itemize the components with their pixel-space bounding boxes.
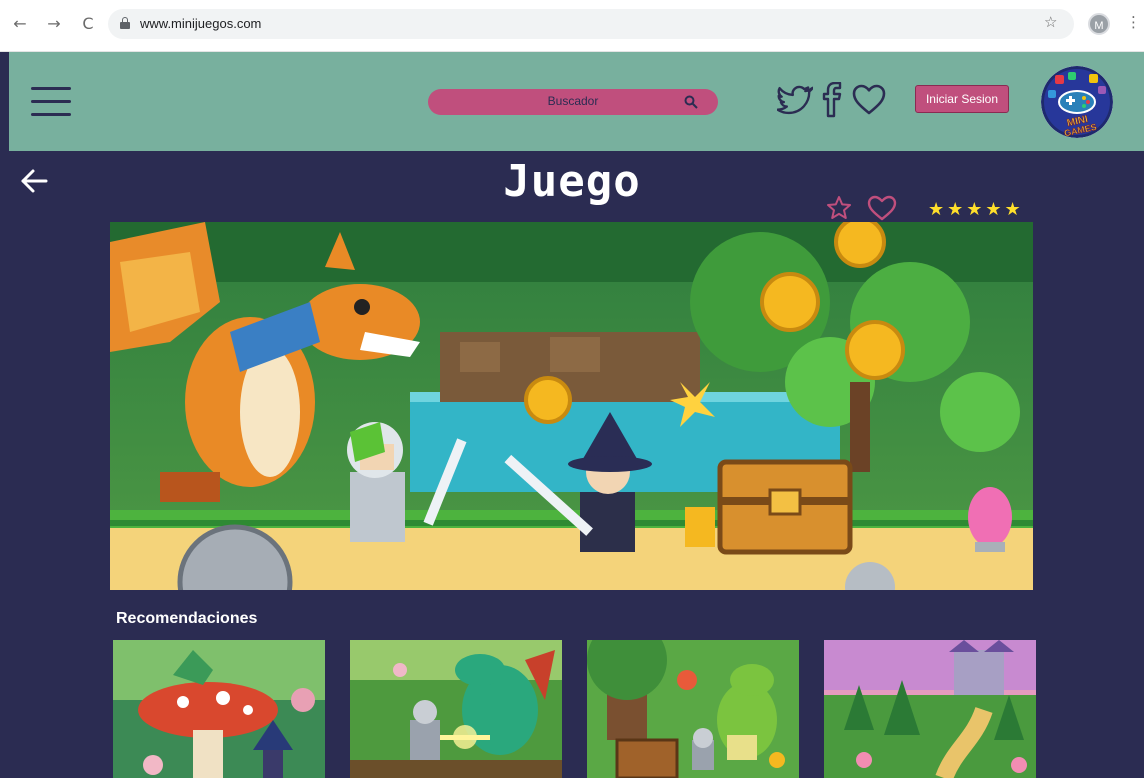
game-illustration xyxy=(110,222,1033,590)
bookmark-star-icon[interactable]: ☆ xyxy=(1044,13,1057,31)
address-url[interactable]: www.minijuegos.com xyxy=(140,16,261,31)
login-button[interactable]: Iniciar Sesion xyxy=(915,85,1009,113)
twitter-icon[interactable] xyxy=(777,82,813,118)
facebook-icon[interactable] xyxy=(817,82,847,118)
browser-reload-button[interactable]: C xyxy=(78,14,98,34)
recommendation-image xyxy=(350,640,562,778)
rating-stars: ★★★★★ xyxy=(928,199,1024,220)
search-placeholder: Buscador xyxy=(547,94,599,108)
recommendation-card[interactable] xyxy=(350,640,562,778)
game-hero-image[interactable] xyxy=(110,222,1033,590)
search-input[interactable]: Buscador xyxy=(428,89,718,115)
profile-avatar[interactable]: M xyxy=(1088,13,1110,35)
heart-icon[interactable] xyxy=(851,82,887,118)
address-bar[interactable]: www.minijuegos.com xyxy=(108,9,1074,39)
recommendation-image xyxy=(824,640,1036,778)
browser-forward-button[interactable]: → xyxy=(44,14,64,34)
heart-outline-icon[interactable] xyxy=(866,194,898,222)
recommendation-card[interactable] xyxy=(824,640,1036,778)
recommendation-image xyxy=(113,640,325,778)
recommendation-card[interactable] xyxy=(587,640,799,778)
search-icon[interactable] xyxy=(684,95,698,109)
star-outline-icon[interactable] xyxy=(826,195,852,221)
logo-image: MINI GAMES xyxy=(1041,66,1113,138)
browser-toolbar: ← → C www.minijuegos.com ☆ M ⋮ xyxy=(0,0,1144,52)
menu-icon[interactable] xyxy=(31,87,71,117)
page-title: Juego xyxy=(503,156,641,207)
recommendation-card[interactable] xyxy=(113,640,325,778)
site-logo[interactable]: MINI GAMES xyxy=(1041,66,1113,138)
lock-icon xyxy=(120,17,130,29)
recommendations-title: Recomendaciones xyxy=(116,610,258,627)
recommendation-image xyxy=(587,640,799,778)
back-arrow-icon[interactable] xyxy=(20,168,48,194)
site-header: Buscador Iniciar Sesion MINI GAMES xyxy=(9,52,1144,151)
browser-back-button[interactable]: ← xyxy=(10,14,30,34)
browser-menu-icon[interactable]: ⋮ xyxy=(1126,13,1141,31)
